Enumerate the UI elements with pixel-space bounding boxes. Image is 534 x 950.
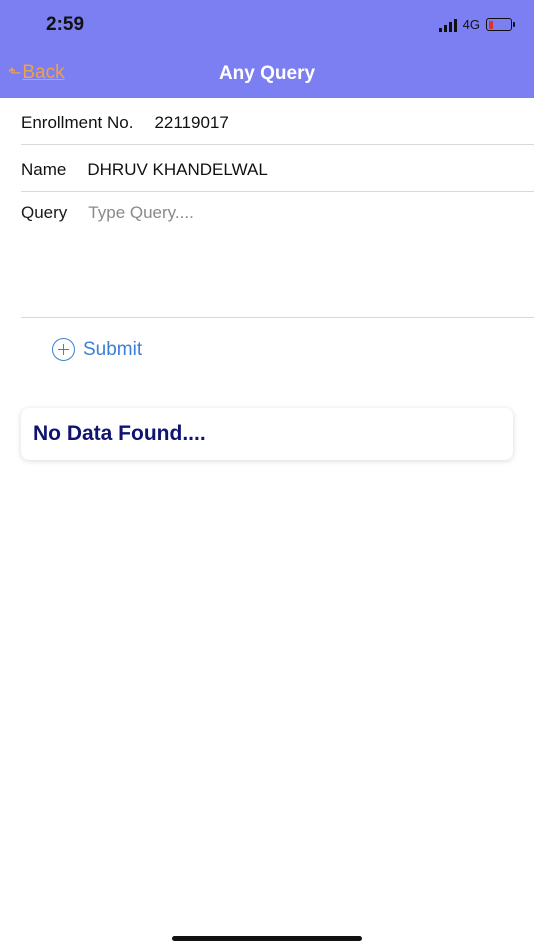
enrollment-label: Enrollment No. [21,113,134,132]
enrollment-value: 22119017 [154,113,229,132]
name-row: Name DHRUV KHANDELWAL [21,158,534,182]
divider [21,144,534,145]
network-type: 4G [462,17,480,32]
divider [21,191,534,192]
status-time: 2:59 [46,14,85,35]
enrollment-row: Enrollment No. 22119017 [21,111,534,135]
home-indicator[interactable] [172,936,362,941]
query-label: Query [21,203,68,222]
name-value: DHRUV KHANDELWAL [87,160,268,179]
divider [21,317,534,318]
signal-icon [438,18,457,32]
name-label: Name [21,160,67,179]
no-data-message: No Data Found.... [33,422,206,445]
query-row: Query [21,203,489,303]
status-indicators: 4G [438,17,515,32]
header-bar: 2:59 4G ⬑ Back Any Query [0,0,534,98]
submit-label: Submit [83,338,143,360]
submit-button[interactable]: Submit [52,338,142,361]
battery-icon [486,18,515,31]
result-card: No Data Found.... [21,408,513,460]
query-input[interactable] [88,203,489,303]
plus-circle-icon [52,338,75,361]
page-title: Any Query [218,63,316,84]
